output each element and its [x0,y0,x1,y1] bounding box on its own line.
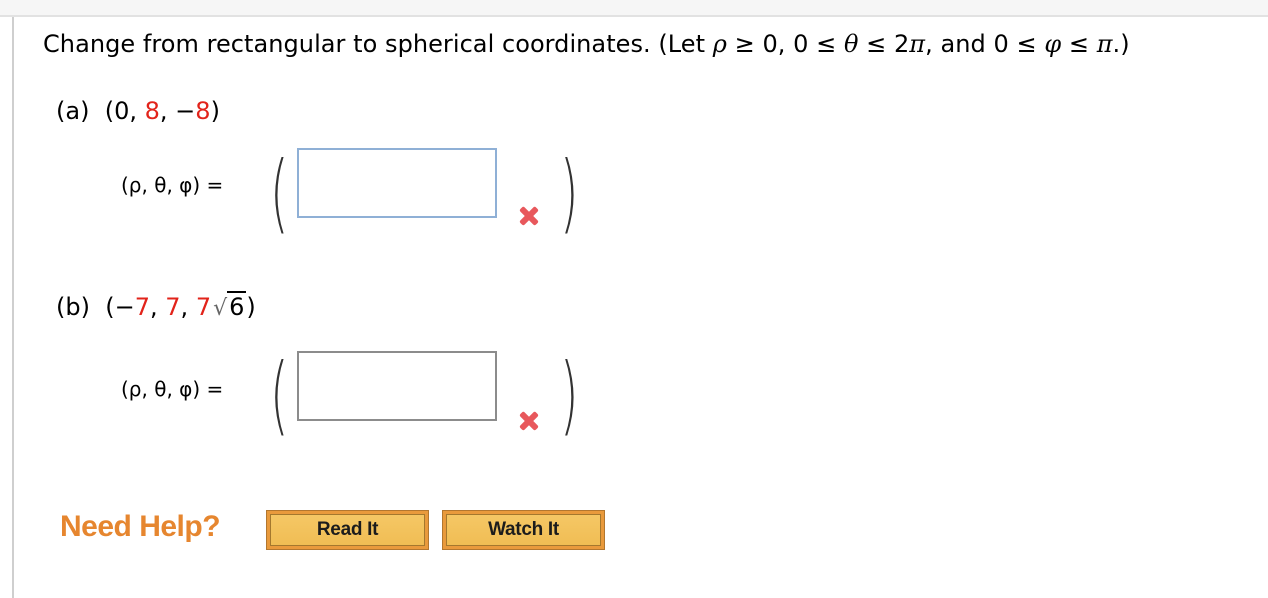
coord-label: (ρ, θ, φ) = [121,377,224,401]
prompt-text: ≤ 2 [858,30,910,58]
answer-input-b[interactable] [297,351,497,421]
prompt-text: ≥ 0, 0 ≤ [726,30,844,58]
pi-symbol: π [1096,30,1113,58]
prompt-text: .) [1112,30,1130,58]
point-text: , − [159,97,196,125]
prompt-text: Change from rectangular to spherical coo… [43,30,713,58]
prompt-text: , and 0 ≤ [925,30,1045,58]
pi-symbol: π [909,30,926,58]
phi-symbol: φ [1044,30,1062,58]
watch-it-button[interactable]: Watch It [442,510,605,550]
part-b-heading: (b) (−7, 7, 7√6) [56,291,256,321]
point-x: 0 [114,97,130,125]
radical-sign: √ [213,296,228,321]
point-text: ) [210,97,220,125]
point-z: 7 [195,293,212,321]
radicand: 6 [227,291,247,321]
question-prompt: Change from rectangular to spherical coo… [43,30,1130,58]
point-text: ) [246,293,256,321]
point-text: , [180,293,196,321]
left-paren: ( [270,143,289,243]
need-help-label: Need Help? [60,510,221,543]
theta-symbol: θ [843,30,859,58]
point-text: , [150,293,166,321]
square-root: √6 [211,291,247,321]
point-y: 8 [144,97,160,125]
incorrect-x-icon [518,410,540,432]
point-z: 8 [195,97,211,125]
top-bar [0,0,1268,17]
point-b: (−7, 7, 7√6) [105,291,256,321]
point-x: 7 [134,293,150,321]
part-label: (a) [56,97,90,125]
answer-input-a[interactable] [297,148,497,218]
read-it-button[interactable]: Read It [266,510,429,550]
coord-label: (ρ, θ, φ) = [121,173,224,197]
left-border [12,17,14,598]
right-paren: ) [560,345,579,445]
rho-symbol: ρ [712,30,727,58]
incorrect-x-icon [518,205,540,227]
watch-it-label: Watch It [446,514,601,546]
point-text: , [129,97,145,125]
left-paren: ( [270,345,289,445]
point-text: (− [105,293,135,321]
point-y: 7 [165,293,181,321]
read-it-label: Read It [270,514,425,546]
part-a-heading: (a) (0, 8, −8) [56,97,220,125]
point-a: (0, 8, −8) [105,97,220,125]
part-label: (b) [56,293,90,321]
point-text: ( [104,97,115,125]
prompt-text: ≤ [1061,30,1097,58]
right-paren: ) [560,143,579,243]
